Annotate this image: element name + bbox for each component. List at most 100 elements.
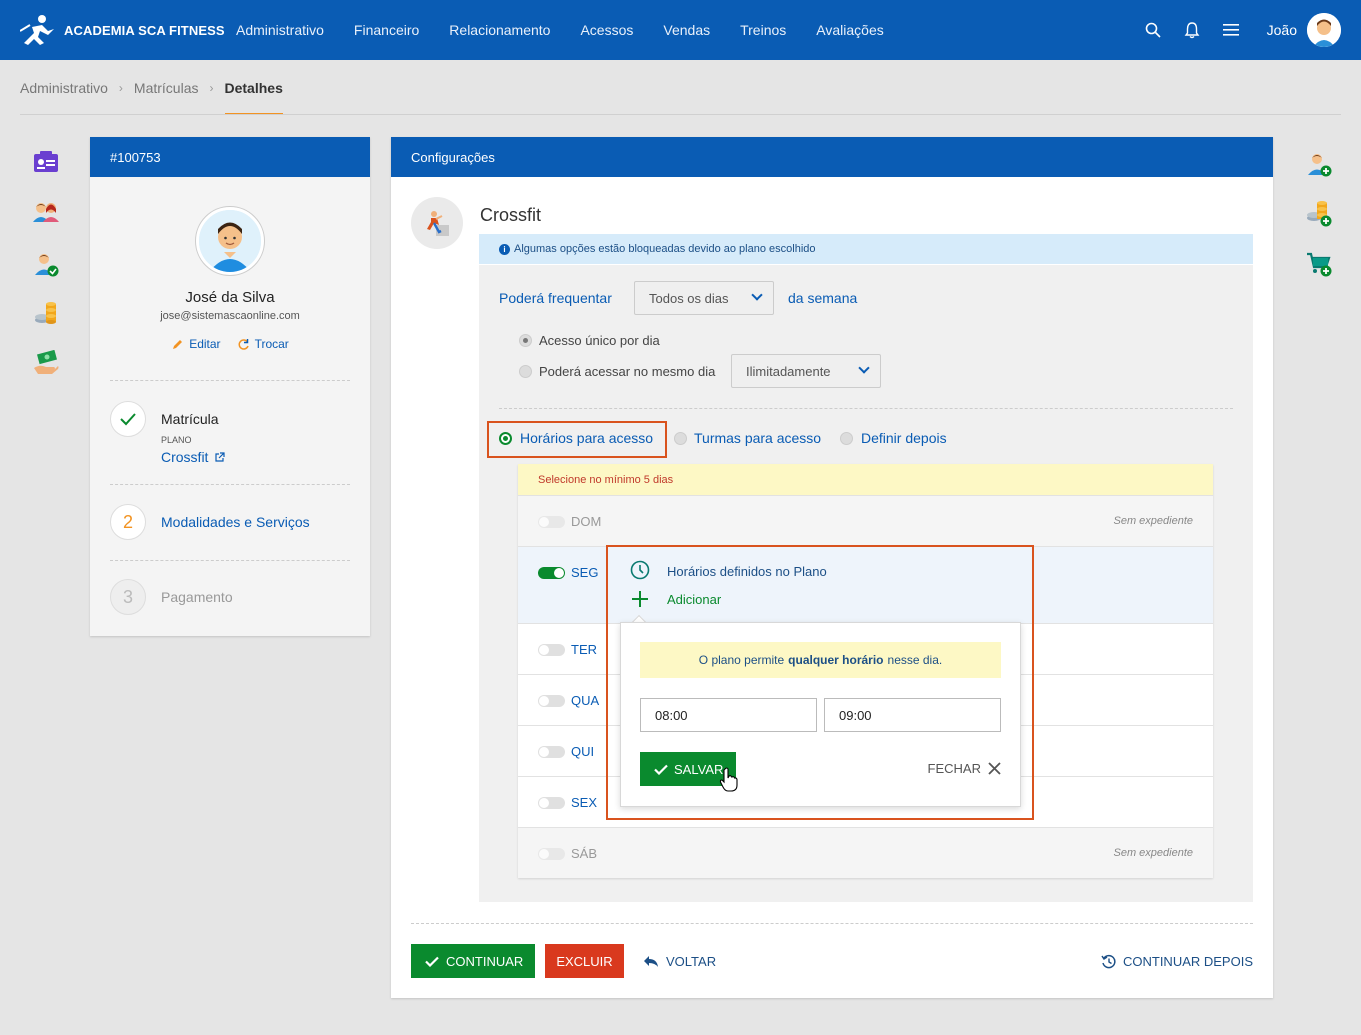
day-toggle-qua[interactable] — [538, 695, 565, 707]
edit-member-button[interactable]: Editar — [171, 337, 221, 351]
user-avatar[interactable] — [1307, 13, 1341, 47]
divider — [499, 408, 1233, 409]
external-link-icon — [215, 451, 226, 462]
day-toggle-ter[interactable] — [538, 644, 565, 656]
nav-item-financeiro[interactable]: Financeiro — [354, 22, 419, 38]
breadcrumb-current: Detalhes — [224, 60, 284, 115]
add-coins-icon[interactable] — [1305, 200, 1333, 228]
delete-button[interactable]: EXCLUIR — [545, 944, 624, 978]
divider — [411, 923, 1253, 924]
classes-mode-radio[interactable] — [674, 432, 687, 445]
no-service-label: Sem expediente — [1113, 515, 1194, 527]
nav-item-treinos[interactable]: Treinos — [740, 22, 786, 38]
day-toggle-sex[interactable] — [538, 797, 565, 809]
bell-icon[interactable] — [1182, 20, 1202, 40]
plan-hours-link[interactable]: Horários definidos no Plano — [667, 564, 827, 579]
clock-icon — [630, 560, 650, 580]
search-icon[interactable] — [1143, 20, 1163, 40]
multi-access-label: Poderá acessar no mesmo dia — [539, 364, 716, 379]
day-label-qui: QUI — [571, 744, 595, 759]
start-time-input[interactable]: 08:00 — [640, 698, 817, 732]
plan-hours-note-bold: qualquer horário — [788, 653, 884, 667]
day-row-dom: DOM Sem expediente — [518, 495, 1213, 546]
nav-item-vendas[interactable]: Vendas — [663, 22, 710, 38]
day-row-sab: SÁB Sem expediente — [518, 827, 1213, 878]
add-cart-icon[interactable] — [1305, 250, 1333, 278]
same-day-access-select[interactable]: Ilimitadamente — [731, 354, 881, 388]
day-toggle-seg[interactable] — [538, 567, 565, 579]
later-mode-radio[interactable] — [840, 432, 853, 445]
divider — [110, 484, 350, 485]
user-check-icon[interactable] — [32, 250, 60, 278]
plan-hours-note-post: nesse dia. — [887, 653, 943, 667]
day-toggle-qui[interactable] — [538, 746, 565, 758]
hours-mode-radio[interactable] — [499, 432, 512, 445]
chevron-right-icon: › — [118, 80, 123, 95]
back-button[interactable]: VOLTAR — [643, 944, 716, 978]
end-time-input[interactable]: 09:00 — [824, 698, 1001, 732]
cash-hand-icon[interactable] — [32, 349, 60, 378]
plan-link[interactable]: Crossfit — [161, 449, 226, 465]
enrollment-id: #100753 — [90, 137, 370, 177]
day-label-ter: TER — [571, 642, 597, 657]
info-banner: i Algumas opções estão bloqueadas devido… — [479, 234, 1253, 264]
step-1-check — [110, 401, 146, 437]
user-name[interactable]: João — [1267, 22, 1297, 38]
plus-icon — [632, 591, 648, 607]
brand[interactable]: ACADEMIA SCA FITNESS — [20, 12, 225, 48]
divider — [110, 380, 350, 381]
breadcrumb-item-matriculas[interactable]: Matrículas — [134, 80, 199, 96]
multi-access-radio[interactable] — [519, 365, 532, 378]
swap-member-button[interactable]: Trocar — [237, 337, 289, 351]
coins-icon[interactable] — [32, 300, 60, 328]
info-banner-text: Algumas opções estão bloqueadas devido a… — [514, 243, 816, 255]
close-popup-label: FECHAR — [927, 761, 981, 776]
continue-later-button[interactable]: CONTINUAR DEPOIS — [1101, 944, 1253, 978]
id-card-icon[interactable] — [32, 150, 60, 178]
main-nav: Administrativo Financeiro Relacionamento… — [236, 0, 914, 60]
breadcrumb: Administrativo › Matrículas › Detalhes — [20, 60, 284, 115]
menu-icon[interactable] — [1221, 20, 1241, 40]
nav-item-administrativo[interactable]: Administrativo — [236, 22, 324, 38]
close-icon — [988, 762, 1001, 775]
no-service-label: Sem expediente — [1113, 847, 1194, 859]
back-label: VOLTAR — [666, 953, 717, 969]
add-user-icon[interactable] — [1305, 150, 1333, 178]
add-hours-button[interactable]: Adicionar — [667, 592, 721, 607]
step-3-title: Pagamento — [161, 589, 233, 605]
single-access-radio[interactable] — [519, 334, 532, 347]
nav-item-relacionamento[interactable]: Relacionamento — [449, 22, 550, 38]
top-navbar: ACADEMIA SCA FITNESS Administrativo Fina… — [0, 0, 1361, 60]
close-popup-button[interactable]: FECHAR — [928, 761, 1001, 776]
frequency-select[interactable]: Todos os dias — [634, 281, 774, 315]
check-icon — [120, 413, 136, 426]
divider — [110, 560, 350, 561]
breadcrumb-item-administrativo[interactable]: Administrativo — [20, 80, 108, 96]
step-2-title[interactable]: Modalidades e Serviços — [161, 514, 310, 530]
day-toggle-dom — [538, 516, 565, 528]
step-1-title[interactable]: Matrícula — [161, 411, 219, 427]
min-days-warning: Selecione no mínimo 5 dias — [518, 464, 1213, 495]
nav-item-avaliacoes[interactable]: Avaliações — [816, 22, 883, 38]
runner-logo-icon — [20, 15, 54, 45]
configuration-header: Configurações — [391, 137, 1273, 177]
chevron-down-icon — [858, 362, 870, 374]
add-hours-popup: O plano permite qualquer horário nesse d… — [620, 622, 1021, 807]
check-icon — [425, 956, 439, 967]
crossfit-modality-icon — [411, 197, 463, 249]
nav-item-acessos[interactable]: Acessos — [580, 22, 633, 38]
enrollment-summary-card: #100753 José da Silva jose@sistemascaonl… — [90, 137, 370, 636]
reply-arrow-icon — [644, 955, 658, 967]
member-name: José da Silva — [185, 289, 275, 306]
frequency-label: Poderá frequentar — [499, 290, 612, 306]
day-label-dom: DOM — [571, 514, 602, 529]
day-label-qua: QUA — [571, 693, 600, 708]
group-users-icon[interactable] — [32, 200, 60, 228]
breadcrumb-divider — [20, 114, 1341, 115]
hours-mode-label: Horários para acesso — [520, 430, 654, 446]
plan-hours-note: O plano permite qualquer horário nesse d… — [640, 642, 1001, 678]
plan-name: Crossfit — [161, 449, 209, 465]
step-1-plan-label: PLANO — [161, 435, 192, 445]
save-hours-label: SALVAR — [674, 761, 724, 777]
continue-button[interactable]: CONTINUAR — [411, 944, 535, 978]
